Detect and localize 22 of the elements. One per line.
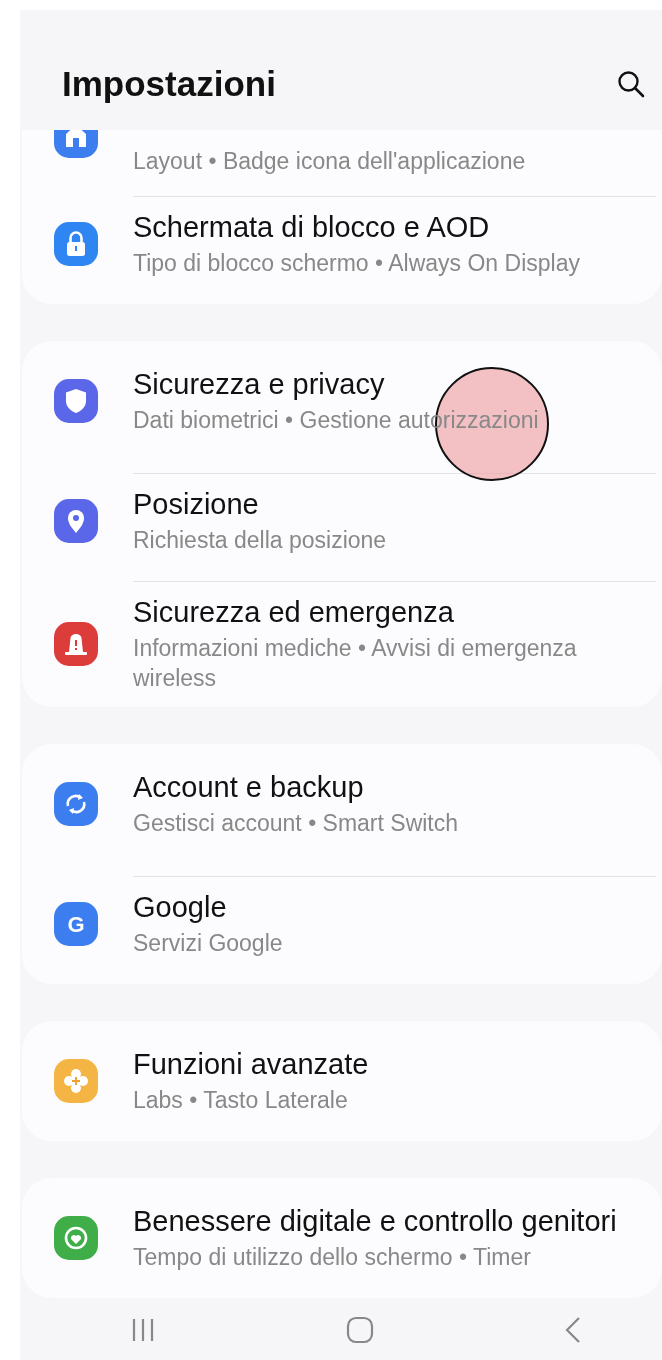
setting-subtitle: Tempo di utilizzo dello schermo • Timer [133, 1242, 532, 1272]
setting-subtitle: Layout • Badge icona dell'applicazione [133, 147, 527, 176]
back-icon[interactable] [564, 1316, 582, 1344]
setting-title[interactable]: Benessere digitale e controllo genitori [133, 1204, 656, 1238]
setting-subtitle: Tipo di blocco schermo • Always On Display [133, 249, 581, 278]
recents-icon[interactable] [130, 1317, 156, 1343]
setting-subtitle: Informazioni mediche • Avvisi di emergenza wireless [133, 634, 578, 693]
setting-subtitle: Gestisci account • Smart Switch [133, 808, 460, 838]
search-icon[interactable] [616, 69, 646, 99]
setting-title[interactable]: Funzioni avanzate [133, 1047, 656, 1081]
setting-subtitle: Richiesta della posizione [133, 526, 388, 555]
setting-title[interactable]: Sicurezza ed emergenza [133, 596, 656, 629]
setting-title[interactable]: Account e backup [133, 770, 656, 804]
setting-subtitle: Labs • Tasto Laterale [133, 1085, 349, 1115]
setting-title[interactable]: Schermata di blocco e AOD [133, 211, 656, 244]
home-icon[interactable] [346, 1316, 374, 1344]
setting-title[interactable]: Posizione [133, 488, 656, 521]
setting-subtitle: Servizi Google [133, 929, 284, 958]
setting-title[interactable]: Google [133, 891, 656, 924]
setting-title[interactable]: Sicurezza e privacy [133, 367, 656, 401]
page-title: Impostazioni [62, 64, 276, 104]
letter-icon: G [54, 902, 98, 946]
